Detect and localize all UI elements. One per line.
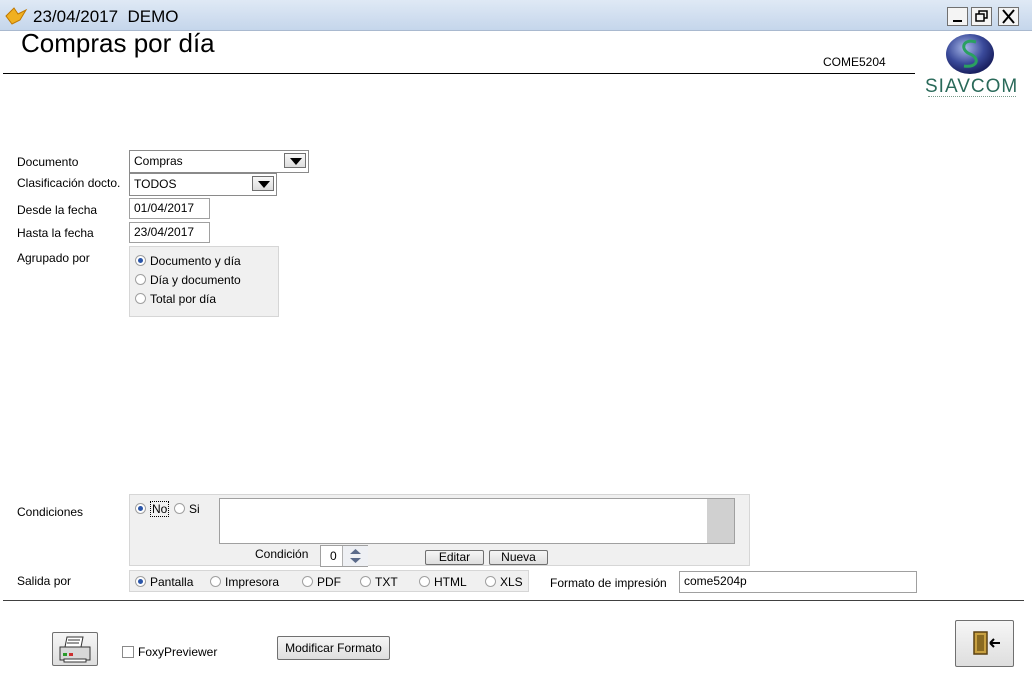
radio-icon[interactable] (210, 576, 221, 587)
radio-selected-icon[interactable] (135, 255, 146, 266)
desde-label: Desde la fecha (17, 203, 98, 217)
formato-field[interactable]: come5204p (679, 571, 917, 593)
stepper-buttons[interactable] (342, 546, 368, 566)
radio-txt[interactable]: TXT (360, 575, 398, 589)
salida-option-label: Impresora (225, 575, 280, 589)
print-button[interactable] (52, 632, 98, 666)
restore-icon (975, 10, 988, 22)
stepper-arrows-icon[interactable] (343, 546, 368, 566)
agrupado-group: Documento y día Día y documento Total po… (129, 246, 279, 317)
documento-value: Compras (134, 154, 183, 168)
condicion-stepper[interactable]: 0 (320, 545, 368, 567)
agrupado-option-label: Documento y día (150, 254, 241, 268)
clasificacion-value: TODOS (134, 177, 177, 191)
foxy-checkbox[interactable]: FoxyPreviewer (122, 645, 217, 659)
chevron-down-icon[interactable] (284, 153, 306, 168)
condiciones-si-label: Si (189, 502, 200, 516)
minimize-icon (953, 20, 962, 22)
radio-icon[interactable] (419, 576, 430, 587)
radio-xls[interactable]: XLS (485, 575, 523, 589)
condiciones-textarea[interactable] (219, 498, 735, 544)
condicion-value: 0 (330, 549, 337, 563)
logo-text: SIAVCOM (925, 76, 1019, 97)
agrupado-label: Agrupado por (17, 251, 90, 265)
radio-selected-icon[interactable] (135, 503, 146, 514)
condiciones-label: Condiciones (17, 505, 84, 519)
textarea-scrollbar[interactable] (707, 499, 734, 543)
salida-label: Salida por (17, 574, 72, 588)
agrupado-option-label: Día y documento (150, 273, 241, 287)
siavcom-logo: SIAVCOM (922, 32, 1022, 102)
radio-condiciones-si[interactable]: Si (174, 502, 200, 516)
close-button[interactable] (998, 7, 1019, 26)
formato-label: Formato de impresión (550, 576, 667, 590)
close-icon (1002, 9, 1015, 24)
salida-option-label: PDF (317, 575, 341, 589)
radio-html[interactable]: HTML (419, 575, 467, 589)
page-title: Compras por día (21, 28, 215, 58)
radio-dia-documento[interactable]: Día y documento (135, 273, 241, 287)
hasta-label: Hasta la fecha (17, 226, 94, 240)
editar-button[interactable]: Editar (425, 550, 484, 565)
app-icon (5, 7, 28, 25)
radio-icon[interactable] (302, 576, 313, 587)
footer-divider (3, 600, 1024, 601)
window-titlebar: 23/04/2017 DEMO (0, 0, 1032, 31)
salida-option-label: XLS (500, 575, 523, 589)
restore-button[interactable] (971, 7, 992, 26)
header-divider (3, 73, 915, 74)
form-code: COME5204 (823, 55, 886, 69)
nueva-button[interactable]: Nueva (489, 550, 548, 565)
checkbox-icon[interactable] (122, 646, 134, 658)
radio-total-dia[interactable]: Total por día (135, 292, 216, 306)
radio-icon[interactable] (135, 293, 146, 304)
condicion-label: Condición (255, 547, 309, 561)
radio-selected-icon[interactable] (135, 576, 146, 587)
radio-icon[interactable] (485, 576, 496, 587)
desde-field[interactable]: 01/04/2017 (129, 198, 210, 219)
exit-door-icon (973, 631, 1000, 655)
salida-option-label: Pantalla (150, 575, 194, 589)
modificar-formato-button[interactable]: Modificar Formato (277, 636, 390, 660)
logo-tagline (928, 96, 1016, 99)
clasificacion-label: Clasificación docto. (17, 176, 121, 190)
radio-pdf[interactable]: PDF (302, 575, 341, 589)
agrupado-option-label: Total por día (150, 292, 217, 306)
chevron-down-icon[interactable] (252, 176, 274, 191)
radio-icon[interactable] (360, 576, 371, 587)
window-title: 23/04/2017 DEMO (33, 7, 179, 26)
salida-option-label: TXT (375, 575, 398, 589)
clasificacion-select[interactable]: TODOS (129, 173, 277, 196)
documento-select[interactable]: Compras (129, 150, 309, 173)
printer-icon (59, 636, 91, 663)
radio-pantalla[interactable]: Pantalla (135, 575, 193, 589)
minimize-button[interactable] (947, 7, 968, 26)
salida-option-label: HTML (434, 575, 467, 589)
documento-label: Documento (17, 155, 79, 169)
foxy-label: FoxyPreviewer (138, 645, 218, 659)
radio-icon[interactable] (174, 503, 185, 514)
hasta-field[interactable]: 23/04/2017 (129, 222, 210, 243)
radio-impresora[interactable]: Impresora (210, 575, 279, 589)
radio-icon[interactable] (135, 274, 146, 285)
radio-documento-dia[interactable]: Documento y día (135, 254, 241, 268)
radio-condiciones-no[interactable]: No (135, 501, 170, 517)
condiciones-no-label: No (150, 501, 170, 517)
salida-group: Pantalla Impresora PDF TXT HTML XLS (129, 570, 529, 592)
condiciones-group: No Si Condición 0 Editar Nueva (129, 494, 750, 567)
exit-button[interactable] (955, 620, 1014, 667)
